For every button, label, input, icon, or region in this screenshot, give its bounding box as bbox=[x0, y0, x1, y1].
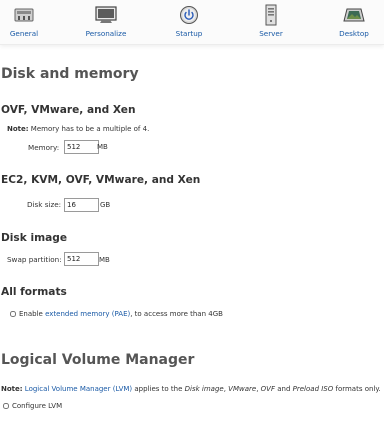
lvm-note-label: Note: bbox=[1, 385, 23, 393]
lvm-format-preload-iso: Preload ISO bbox=[292, 385, 334, 393]
lvm-title: Logical Volume Manager bbox=[1, 352, 195, 368]
toolbar-desktop-label: Desktop bbox=[339, 29, 369, 38]
toolbar-server[interactable]: Server bbox=[241, 4, 301, 38]
swap-partition-label: Swap partition: bbox=[7, 255, 62, 264]
configure-lvm-checkbox[interactable] bbox=[3, 403, 9, 409]
disk-size-unit: GB bbox=[100, 201, 111, 209]
pae-suffix: , to access more than 4GB bbox=[130, 310, 223, 318]
disk-memory-title: Disk and memory bbox=[1, 66, 139, 82]
lvm-sep2: , bbox=[256, 385, 259, 393]
pae-label: Enable extended memory (PAE), to access … bbox=[19, 310, 223, 318]
server-tower-icon bbox=[265, 4, 277, 26]
lvm-sep1: , bbox=[223, 385, 226, 393]
ovf-note: Note: Memory has to be a multiple of 4. bbox=[7, 125, 149, 133]
control-panel-icon bbox=[14, 8, 34, 22]
desktop-landscape-icon bbox=[343, 8, 365, 22]
ovf-section-heading: OVF, VMware, and Xen bbox=[1, 104, 136, 116]
toolbar-general[interactable]: General bbox=[0, 4, 54, 38]
pae-prefix: Enable bbox=[19, 310, 43, 318]
monitor-icon bbox=[95, 6, 117, 23]
toolbar-startup[interactable]: Startup bbox=[159, 4, 219, 38]
pae-link[interactable]: extended memory (PAE) bbox=[45, 310, 130, 318]
toolbar-desktop[interactable]: Desktop bbox=[324, 4, 384, 38]
swap-partition-unit: MB bbox=[99, 256, 110, 264]
toolbar-general-label: General bbox=[9, 29, 39, 38]
lvm-format-ovf: OVF bbox=[260, 385, 275, 393]
pae-checkbox[interactable] bbox=[10, 311, 16, 317]
ec2-section-heading: EC2, KVM, OVF, VMware, and Xen bbox=[1, 174, 201, 186]
top-toolbar: General Personalize Startup Server Deskt… bbox=[0, 0, 384, 45]
ovf-note-text: Memory has to be a multiple of 4. bbox=[30, 125, 150, 133]
lvm-link[interactable]: Logical Volume Manager (LVM) bbox=[25, 385, 132, 393]
lvm-note-mid: applies to the bbox=[134, 385, 183, 393]
lvm-note: Note: Logical Volume Manager (LVM) appli… bbox=[1, 385, 381, 393]
lvm-format-disk-image: Disk image bbox=[184, 385, 224, 393]
power-icon bbox=[180, 6, 198, 24]
toolbar-personalize[interactable]: Personalize bbox=[76, 4, 136, 38]
disk-image-heading: Disk image bbox=[1, 232, 68, 244]
toolbar-server-label: Server bbox=[259, 29, 283, 38]
disk-size-input[interactable] bbox=[64, 198, 99, 212]
toolbar-personalize-label: Personalize bbox=[85, 29, 127, 38]
toolbar-startup-label: Startup bbox=[175, 29, 203, 38]
memory-unit: MB bbox=[97, 143, 108, 151]
disk-size-label: Disk size: bbox=[27, 200, 62, 209]
swap-partition-input[interactable] bbox=[64, 252, 99, 266]
all-formats-heading: All formats bbox=[1, 286, 67, 298]
lvm-format-vmware: VMware bbox=[228, 385, 257, 393]
memory-label: Memory: bbox=[28, 143, 60, 152]
memory-input[interactable] bbox=[64, 140, 99, 154]
configure-lvm-label: Configure LVM bbox=[12, 402, 63, 410]
ovf-note-label: Note: bbox=[7, 125, 29, 133]
lvm-and: and bbox=[277, 385, 291, 393]
lvm-note-end: formats only. bbox=[335, 385, 381, 393]
